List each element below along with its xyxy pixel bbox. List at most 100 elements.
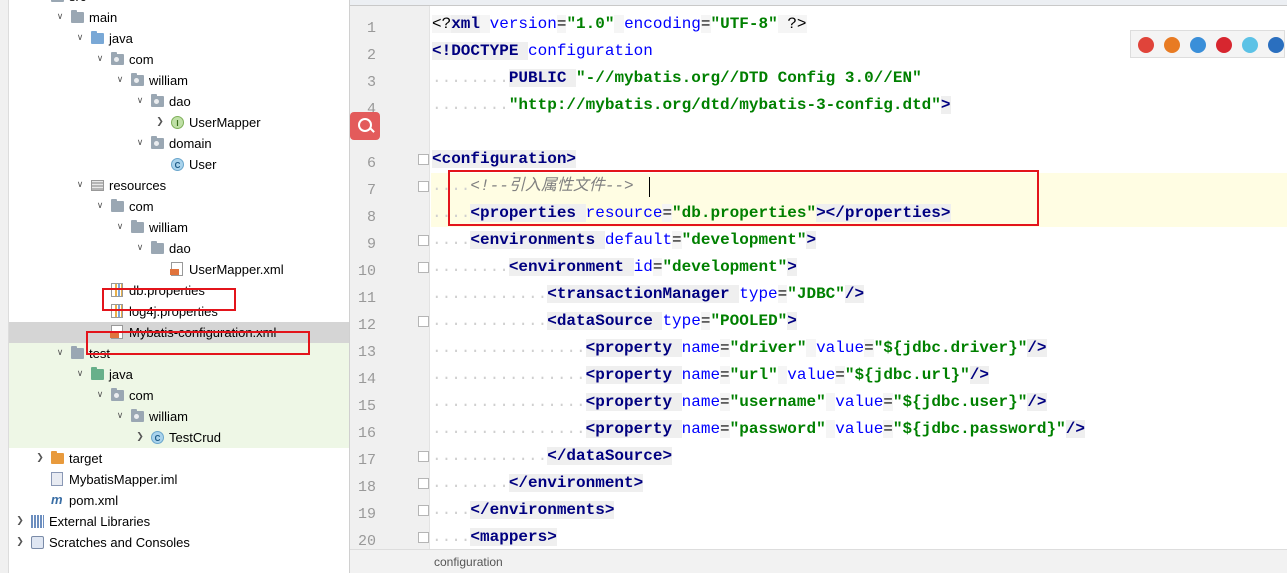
- tree-item-label: william: [149, 73, 188, 88]
- code-line[interactable]: ........"http://mybatis.org/dtd/mybatis-…: [432, 92, 951, 119]
- fold-marker-icon[interactable]: [418, 181, 429, 192]
- tree-item[interactable]: ❯ Scratches and Consoles: [9, 532, 349, 553]
- chevron-down-icon[interactable]: ∨: [34, 0, 46, 7]
- tree-item[interactable]: ∨ main: [9, 7, 349, 28]
- chevron-down-icon[interactable]: ∨: [74, 175, 86, 196]
- fold-marker-icon[interactable]: [418, 505, 429, 516]
- tree-item[interactable]: ∨ domain: [9, 133, 349, 154]
- chrome-icon[interactable]: [1138, 37, 1154, 53]
- fold-marker-icon[interactable]: [418, 154, 429, 165]
- code-line[interactable]: ....</environments>: [432, 497, 615, 524]
- chevron-down-icon[interactable]: ∨: [114, 406, 126, 427]
- code-line[interactable]: <configuration>: [432, 146, 577, 173]
- code-token: =: [652, 258, 663, 276]
- opera-icon[interactable]: [1216, 37, 1232, 53]
- chevron-down-icon[interactable]: ∨: [134, 91, 146, 112]
- tree-item[interactable]: C User: [9, 154, 349, 175]
- indent-guide-dots: ........: [432, 474, 509, 492]
- chevron-down-icon[interactable]: ∨: [114, 70, 126, 91]
- code-line[interactable]: ....<mappers>: [432, 524, 557, 551]
- code-line[interactable]: <?xml version="1.0" encoding="UTF-8" ?>: [432, 11, 807, 38]
- code-token: [825, 393, 836, 411]
- tree-item-label: User: [189, 157, 217, 172]
- package-icon: [151, 136, 164, 149]
- tree-item[interactable]: ∨ com: [9, 49, 349, 70]
- highlight-box: [448, 170, 1039, 226]
- code-token: <property: [585, 366, 682, 384]
- chevron-right-icon[interactable]: ❯: [14, 532, 26, 553]
- tree-item[interactable]: ∨ william: [9, 217, 349, 238]
- chevron-down-icon[interactable]: ∨: [54, 7, 66, 28]
- code-line[interactable]: ............<dataSource type="POOLED">: [432, 308, 797, 335]
- edge-legacy-icon[interactable]: [1242, 37, 1258, 53]
- code-line[interactable]: ................<property name="username…: [432, 389, 1047, 416]
- code-line[interactable]: ....<environments default="development">: [432, 227, 817, 254]
- code-editor[interactable]: 1234567891011121314151617181920 <?xml ve…: [350, 0, 1287, 573]
- tree-item[interactable]: ❯ target: [9, 448, 349, 469]
- code-line[interactable]: ........<environment id="development">: [432, 254, 797, 281]
- tree-item[interactable]: ∨ com: [9, 196, 349, 217]
- code-token: />: [1065, 420, 1085, 438]
- breadcrumb[interactable]: configuration: [350, 549, 1287, 573]
- class-icon: C: [171, 158, 184, 171]
- fold-marker-icon[interactable]: [418, 532, 429, 543]
- scratch-icon: [31, 536, 44, 549]
- fold-marker-icon[interactable]: [418, 262, 429, 273]
- tree-item[interactable]: ∨ com: [9, 385, 349, 406]
- tree-item-label: java: [109, 31, 133, 46]
- tree-item[interactable]: ∨ william: [9, 406, 349, 427]
- tree-item[interactable]: ∨ dao: [9, 238, 349, 259]
- tree-item[interactable]: UserMapper.xml: [9, 259, 349, 280]
- code-line[interactable]: ........PUBLIC "-//mybatis.org//DTD Conf…: [432, 65, 922, 92]
- tree-item[interactable]: MybatisMapper.iml: [9, 469, 349, 490]
- code-line[interactable]: ................<property name="driver" …: [432, 335, 1047, 362]
- chevron-down-icon[interactable]: ∨: [134, 133, 146, 154]
- code-line[interactable]: ........</environment>: [432, 470, 644, 497]
- firefox-icon[interactable]: [1164, 37, 1180, 53]
- breadcrumb-item[interactable]: configuration: [434, 555, 503, 569]
- chevron-right-icon[interactable]: ❯: [154, 112, 166, 133]
- chevron-right-icon[interactable]: ❯: [14, 511, 26, 532]
- tree-item[interactable]: ∨ resources: [9, 175, 349, 196]
- chevron-down-icon[interactable]: ∨: [94, 196, 106, 217]
- fold-marker-icon[interactable]: [418, 235, 429, 246]
- code-line[interactable]: ............<transactionManager type="JD…: [432, 281, 865, 308]
- tree-item[interactable]: ❯ C TestCrud: [9, 427, 349, 448]
- chevron-down-icon[interactable]: ∨: [94, 385, 106, 406]
- chevron-down-icon[interactable]: ∨: [94, 49, 106, 70]
- code-token: />: [1027, 393, 1047, 411]
- fold-marker-icon[interactable]: [418, 478, 429, 489]
- tree-item[interactable]: m pom.xml: [9, 490, 349, 511]
- fold-marker-icon[interactable]: [418, 316, 429, 327]
- chevron-right-icon[interactable]: ❯: [34, 448, 46, 469]
- editor-tab-strip[interactable]: [350, 0, 1287, 6]
- code-line[interactable]: ................<property name="url" val…: [432, 362, 989, 389]
- search-icon[interactable]: [350, 112, 380, 140]
- safari-icon[interactable]: [1190, 37, 1206, 53]
- ie-icon[interactable]: [1268, 37, 1284, 53]
- tree-item[interactable]: ∨ dao: [9, 91, 349, 112]
- chevron-down-icon[interactable]: ∨: [74, 364, 86, 385]
- indent-guide-dots: ........: [432, 258, 509, 276]
- tree-item-label: External Libraries: [49, 514, 151, 529]
- tree-item[interactable]: ∨ william: [9, 70, 349, 91]
- code-token: =: [777, 285, 788, 303]
- code-line[interactable]: ............</dataSource>: [432, 443, 673, 470]
- tree-item[interactable]: ❯ External Libraries: [9, 511, 349, 532]
- tree-item[interactable]: ∨ java: [9, 28, 349, 49]
- chevron-down-icon[interactable]: ∨: [54, 343, 66, 364]
- chevron-right-icon[interactable]: ❯: [134, 427, 146, 448]
- code-token: default: [604, 231, 673, 249]
- code-line[interactable]: ................<property name="password…: [432, 416, 1085, 443]
- chevron-down-icon[interactable]: ∨: [114, 217, 126, 238]
- fold-marker-icon[interactable]: [418, 451, 429, 462]
- chevron-down-icon[interactable]: ∨: [74, 28, 86, 49]
- code-token: "username": [729, 393, 826, 411]
- code-line[interactable]: <!DOCTYPE configuration: [432, 38, 653, 65]
- project-tree[interactable]: ∨src∨main∨java∨com∨william∨dao❯IUserMapp…: [9, 0, 350, 573]
- tree-item[interactable]: ❯ I UserMapper: [9, 112, 349, 133]
- chevron-down-icon[interactable]: ∨: [134, 238, 146, 259]
- tree-item[interactable]: ∨ java: [9, 364, 349, 385]
- tree-item[interactable]: ∨ src: [9, 0, 349, 7]
- tree-item-label: target: [69, 451, 103, 466]
